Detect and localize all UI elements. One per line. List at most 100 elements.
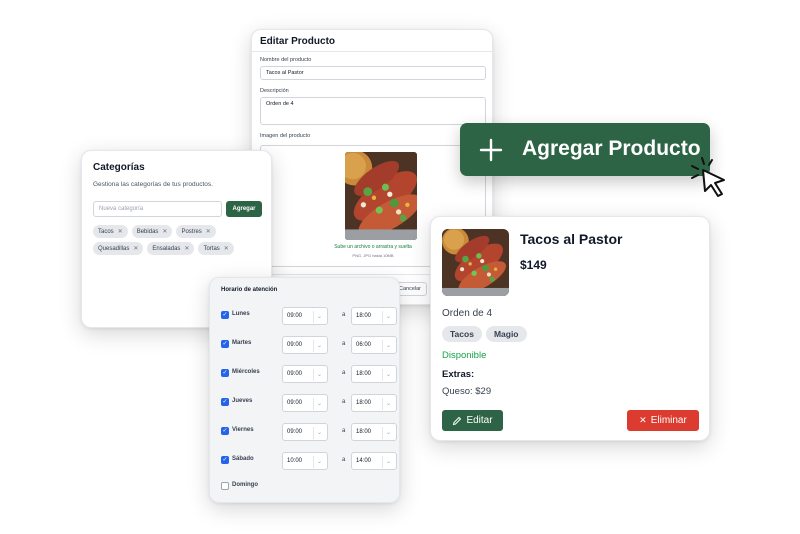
time-separator: a — [342, 370, 346, 376]
close-time-select[interactable]: 14:00 ⌄ — [351, 452, 397, 470]
chevron-down-icon: ⌄ — [313, 398, 325, 410]
schedule-row-miercoles: ✓ Miércoles 09:00 ⌄ a 18:00 ⌄ — [221, 365, 397, 383]
close-time-value: 18:00 — [356, 400, 372, 406]
product-tags: Tacos Magio — [442, 326, 527, 342]
edit-product-title: Editar Producto — [260, 36, 336, 47]
category-chip: Quesadillas ✕ — [93, 242, 144, 255]
time-separator: a — [342, 341, 346, 347]
add-product-button[interactable]: Agregar Producto — [460, 123, 710, 176]
open-time-select[interactable]: 09:00 ⌄ — [282, 394, 328, 412]
close-time-value: 18:00 — [356, 313, 372, 319]
divider — [252, 51, 492, 52]
open-time-value: 09:00 — [287, 371, 303, 377]
day-checkbox[interactable] — [221, 482, 229, 490]
cursor-click-icon — [691, 157, 725, 197]
schedule-panel: Horario de atención ✓ Lunes 09:00 ⌄ a 18:… — [209, 277, 400, 503]
category-chip: Tortas ✕ — [198, 242, 234, 255]
time-separator: a — [342, 428, 346, 434]
day-checkbox[interactable]: ✓ — [221, 340, 229, 348]
close-time-value: 06:00 — [356, 342, 372, 348]
day-checkbox[interactable]: ✓ — [221, 311, 229, 319]
availability-status: Disponible — [442, 350, 487, 361]
schedule-row-viernes: ✓ Viernes 09:00 ⌄ a 18:00 ⌄ — [221, 423, 397, 441]
close-time-value: 14:00 — [356, 458, 372, 464]
open-time-value: 09:00 — [287, 429, 303, 435]
open-time-select[interactable]: 09:00 ⌄ — [282, 336, 328, 354]
day-label: Domingo — [232, 482, 258, 488]
pencil-icon — [453, 416, 462, 425]
day-checkbox[interactable]: ✓ — [221, 398, 229, 406]
open-time-select[interactable]: 09:00 ⌄ — [282, 423, 328, 441]
open-time-value: 09:00 — [287, 400, 303, 406]
description-label: Descripción — [260, 88, 289, 94]
chevron-down-icon: ⌄ — [382, 456, 394, 468]
day-checkbox[interactable]: ✓ — [221, 369, 229, 377]
day-label: Martes — [232, 340, 252, 346]
category-chip-label: Postres — [181, 228, 202, 235]
close-time-select[interactable]: 06:00 ⌄ — [351, 336, 397, 354]
close-time-select[interactable]: 18:00 ⌄ — [351, 365, 397, 383]
product-tag: Magio — [485, 326, 527, 342]
category-chip-label: Tacos — [98, 228, 114, 235]
add-product-label: Agregar Producto — [522, 137, 701, 160]
categories-subtitle: Gestiona las categorías de tus productos… — [93, 181, 213, 188]
schedule-row-domingo: Domingo — [221, 478, 397, 496]
description-textarea[interactable]: Orden de 4 — [260, 97, 486, 125]
chevron-down-icon: ⌄ — [313, 369, 325, 381]
open-time-select[interactable]: 09:00 ⌄ — [282, 307, 328, 325]
product-image-preview — [345, 152, 417, 240]
chevron-down-icon: ⌄ — [382, 427, 394, 439]
delete-button[interactable]: ✕ Eliminar — [627, 410, 699, 431]
day-label: Lunes — [232, 311, 250, 317]
remove-icon[interactable]: ✕ — [133, 245, 138, 252]
close-time-select[interactable]: 18:00 ⌄ — [351, 394, 397, 412]
edit-button[interactable]: Editar — [442, 410, 503, 431]
close-time-select[interactable]: 18:00 ⌄ — [351, 307, 397, 325]
product-photo — [442, 229, 509, 296]
close-time-value: 18:00 — [356, 429, 372, 435]
category-chip-label: Tortas — [203, 245, 220, 252]
chevron-down-icon: ⌄ — [313, 340, 325, 352]
day-checkbox[interactable]: ✓ — [221, 456, 229, 464]
category-chip-label: Quesadillas — [98, 245, 130, 252]
category-chip: Bebidas ✕ — [131, 225, 173, 238]
plus-icon — [478, 132, 504, 171]
categories-title: Categorías — [93, 162, 145, 173]
day-label: Jueves — [232, 398, 253, 404]
remove-icon[interactable]: ✕ — [118, 228, 123, 235]
day-checkbox[interactable]: ✓ — [221, 427, 229, 435]
remove-icon[interactable]: ✕ — [206, 228, 211, 235]
open-time-select[interactable]: 09:00 ⌄ — [282, 365, 328, 383]
schedule-row-martes: ✓ Martes 09:00 ⌄ a 06:00 ⌄ — [221, 336, 397, 354]
time-separator: a — [342, 399, 346, 405]
schedule-row-sabado: ✓ Sábado 10:00 ⌄ a 14:00 ⌄ — [221, 452, 397, 470]
category-chip: Postres ✕ — [176, 225, 216, 238]
edit-button-label: Editar — [466, 415, 493, 426]
chevron-down-icon: ⌄ — [382, 398, 394, 410]
chevron-down-icon: ⌄ — [382, 369, 394, 381]
extras-title: Extras: — [442, 369, 475, 380]
time-separator: a — [342, 457, 346, 463]
new-category-input[interactable]: Nueva categoría — [93, 201, 222, 217]
chevron-down-icon: ⌄ — [313, 427, 325, 439]
product-price: $149 — [520, 258, 547, 272]
remove-icon[interactable]: ✕ — [224, 245, 229, 252]
schedule-row-lunes: ✓ Lunes 09:00 ⌄ a 18:00 ⌄ — [221, 307, 397, 325]
open-time-value: 10:00 — [287, 458, 303, 464]
delete-button-label: Eliminar — [650, 415, 687, 426]
open-time-value: 09:00 — [287, 313, 303, 319]
product-name: Tacos al Pastor — [520, 231, 623, 247]
schedule-row-jueves: ✓ Jueves 09:00 ⌄ a 18:00 ⌄ — [221, 394, 397, 412]
close-time-value: 18:00 — [356, 371, 372, 377]
open-time-select[interactable]: 10:00 ⌄ — [282, 452, 328, 470]
chevron-down-icon: ⌄ — [382, 311, 394, 323]
category-chip-list: Tacos ✕ Bebidas ✕ Postres ✕ Quesadillas ✕ En… — [93, 225, 263, 255]
product-image-label: Imagen del producto — [260, 133, 311, 139]
close-time-select[interactable]: 18:00 ⌄ — [351, 423, 397, 441]
close-icon: ✕ — [639, 415, 647, 425]
remove-icon[interactable]: ✕ — [162, 228, 167, 235]
chevron-down-icon: ⌄ — [313, 311, 325, 323]
add-category-button[interactable]: Agregar — [226, 201, 262, 217]
remove-icon[interactable]: ✕ — [184, 245, 189, 252]
product-name-input[interactable]: Tacos al Pastor — [260, 66, 486, 80]
